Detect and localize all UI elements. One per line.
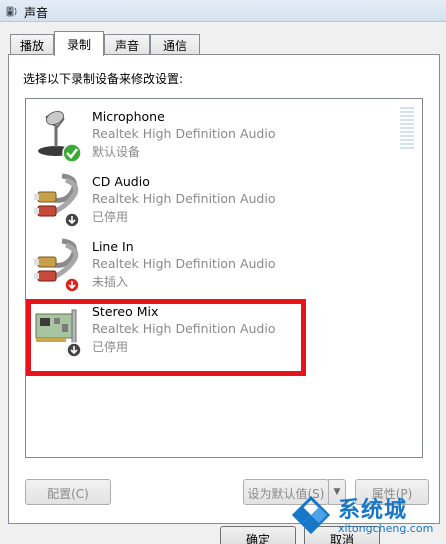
instruction-text: 选择以下录制设备来修改设置: <box>23 72 184 86</box>
device-driver: Realtek High Definition Audio <box>92 256 276 271</box>
device-driver: Realtek High Definition Audio <box>92 191 276 206</box>
tab-recording[interactable]: 录制 <box>54 31 104 56</box>
audio-cable-icon <box>34 238 80 293</box>
device-status: 已停用 <box>92 210 129 224</box>
configure-button[interactable]: 配置(C) <box>25 479 111 505</box>
audio-cable-icon <box>34 173 80 228</box>
device-driver: Realtek High Definition Audio <box>92 126 276 141</box>
sound-dialog: 播放 录制 声音 通信 选择以下录制设备来修改设置: Microphone Re… <box>0 22 446 544</box>
speaker-icon <box>6 6 17 17</box>
device-cd-audio[interactable]: CD Audio Realtek High Definition Audio 已… <box>28 168 308 230</box>
device-status: 已停用 <box>92 340 129 354</box>
tab-sounds[interactable]: 声音 <box>104 34 150 54</box>
device-microphone[interactable]: Microphone Realtek High Definition Audio… <box>28 103 308 165</box>
sound-card-icon <box>35 309 82 358</box>
default-check-icon <box>62 143 82 163</box>
device-status: 默认设备 <box>92 145 141 159</box>
device-stereo-mix[interactable]: Stereo Mix Realtek High Definition Audio… <box>28 298 308 360</box>
device-driver: Realtek High Definition Audio <box>92 321 276 336</box>
disabled-arrow-icon <box>66 342 82 358</box>
device-list[interactable]: Microphone Realtek High Definition Audio… <box>25 98 423 458</box>
device-name: CD Audio <box>92 174 150 189</box>
device-line-in[interactable]: Line In Realtek High Definition Audio 未插… <box>28 233 308 295</box>
windows-logo-icon <box>291 495 331 535</box>
title-bar[interactable]: 声音 <box>0 0 446 22</box>
watermark-brand: 系统城 <box>338 498 408 523</box>
watermark: 系统城 xitongcheng.com <box>284 488 446 544</box>
tab-playback[interactable]: 播放 <box>10 34 54 54</box>
microphone-icon <box>38 110 82 163</box>
device-name: Microphone <box>92 109 165 124</box>
device-status: 未插入 <box>92 275 129 289</box>
device-name: Line In <box>92 239 134 254</box>
recording-panel: 选择以下录制设备来修改设置: Microphone Realtek High D… <box>8 54 440 524</box>
volume-meter <box>400 107 414 149</box>
tab-communications[interactable]: 通信 <box>150 34 200 54</box>
unplugged-arrow-icon <box>64 277 80 293</box>
watermark-url: xitongcheng.com <box>338 522 434 535</box>
device-name: Stereo Mix <box>92 304 159 319</box>
disabled-arrow-icon <box>64 212 80 228</box>
window-title: 声音 <box>24 6 49 20</box>
